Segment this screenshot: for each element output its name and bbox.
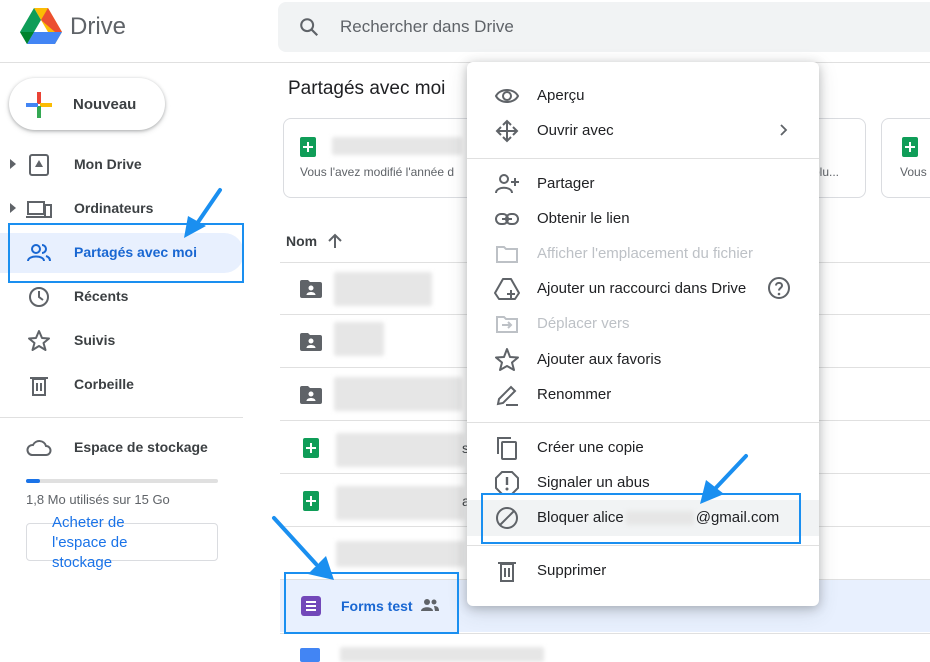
move-icon <box>495 119 519 143</box>
redacted-name <box>336 433 464 467</box>
drive-icon <box>29 154 49 176</box>
sidebar-item-label: Mon Drive <box>74 156 142 172</box>
buy-storage-label[interactable]: Acheter de l'espace de stockage <box>52 513 162 573</box>
star-icon <box>495 348 519 371</box>
trash-icon <box>30 377 48 396</box>
redacted-name <box>336 486 464 520</box>
redacted-name <box>336 541 464 567</box>
sheets-icon <box>902 137 918 157</box>
sidebar-item-trash[interactable]: Corbeille <box>0 365 244 405</box>
redacted-name <box>334 322 384 356</box>
menu-divider <box>467 422 819 423</box>
menu-item-label: Supprimer <box>537 562 607 579</box>
arrow-up-icon[interactable] <box>326 232 344 250</box>
shared-folder-icon <box>300 333 322 351</box>
menu-item-make-copy[interactable]: Créer une copie <box>467 430 819 465</box>
menu-item-label: Ajouter un raccourci dans Drive <box>537 280 747 297</box>
sidebar-item-recent[interactable]: Récents <box>0 277 244 317</box>
drive-logo-icon <box>20 8 62 44</box>
new-button-label: Nouveau <box>73 96 137 113</box>
pencil-icon <box>496 385 518 406</box>
menu-item-move-to[interactable]: Déplacer vers <box>467 306 819 341</box>
menu-item-label: Afficher l'emplacement du fichier <box>537 245 754 262</box>
redacted-name <box>334 272 432 306</box>
menu-item-label: Partager <box>537 175 595 192</box>
menu-item-label: Ouvrir avec <box>537 122 614 139</box>
menu-item-add-favorite[interactable]: Ajouter aux favoris <box>467 342 819 377</box>
sidebar-item-starred[interactable]: Suivis <box>0 321 244 361</box>
storage-progress-bar <box>26 479 218 483</box>
page-title: Partagés avec moi <box>288 78 446 99</box>
sidebar-item-label: Corbeille <box>74 376 134 392</box>
storage-progress-fill <box>26 479 40 483</box>
redacted-name <box>340 647 544 662</box>
trash-icon <box>498 562 516 582</box>
card-subtitle: Vous l'avez modifié l'année d <box>300 165 455 179</box>
card-subtitle: Vous <box>900 165 927 179</box>
suggested-file-card[interactable]: Vous l'avez modifié l'année d <box>283 118 475 198</box>
menu-item-show-location[interactable]: Afficher l'emplacement du fichier <box>467 236 819 271</box>
redacted-name <box>332 137 462 155</box>
search-icon[interactable] <box>298 16 320 38</box>
help-icon[interactable] <box>767 276 791 300</box>
sheets-icon <box>303 491 319 511</box>
annotation-arrow-icon <box>272 516 334 580</box>
menu-divider <box>467 158 819 159</box>
suggested-file-card[interactable]: Vous <box>881 118 930 198</box>
menu-item-share[interactable]: Partager <box>467 166 819 201</box>
menu-item-get-link[interactable]: Obtenir le lien <box>467 201 819 236</box>
menu-item-label: Créer une copie <box>537 439 644 456</box>
cloud-icon <box>26 440 52 456</box>
menu-item-label: Déplacer vers <box>537 315 630 332</box>
star-icon <box>28 330 50 351</box>
menu-item-preview[interactable]: Aperçu <box>467 78 819 113</box>
plus-icon <box>26 92 52 118</box>
menu-item-delete[interactable]: Supprimer <box>467 553 819 588</box>
shared-folder-icon <box>300 280 322 298</box>
app-title: Drive <box>70 13 127 40</box>
menu-item-label: Ajouter aux favoris <box>537 351 662 368</box>
drive-shortcut-icon <box>494 278 520 300</box>
highlight-box-block <box>481 493 801 544</box>
redacted-name <box>334 377 462 411</box>
menu-item-label: Aperçu <box>537 87 585 104</box>
menu-item-open-with[interactable]: Ouvrir avec <box>467 113 819 148</box>
sidebar-item-label: Suivis <box>74 332 116 348</box>
sidebar-item-label: Récents <box>74 288 129 304</box>
menu-item-add-shortcut[interactable]: Ajouter un raccourci dans Drive <box>467 271 819 306</box>
menu-item-label: Obtenir le lien <box>537 210 630 227</box>
expand-caret-icon[interactable] <box>10 203 16 213</box>
expand-caret-icon[interactable] <box>10 159 16 169</box>
sidebar-item-storage[interactable]: Espace de stockage <box>0 428 244 468</box>
chevron-right-icon <box>780 124 788 136</box>
storage-usage-text: 1,8 Mo utilisés sur 15 Go <box>26 492 170 507</box>
copy-icon <box>497 437 517 460</box>
sidebar-item-label: Ordinateurs <box>74 200 154 216</box>
eye-icon <box>494 89 520 103</box>
computers-icon <box>26 201 52 218</box>
annotation-arrow-icon <box>184 188 222 238</box>
menu-item-label: Signaler un abus <box>537 474 650 491</box>
move-to-icon <box>496 316 518 333</box>
storage-label: Espace de stockage <box>74 439 208 455</box>
annotation-arrow-icon <box>700 454 748 504</box>
clock-icon <box>29 287 49 307</box>
person-add-icon <box>495 174 519 194</box>
sheets-icon <box>303 438 319 458</box>
sidebar-divider <box>0 417 243 418</box>
menu-item-rename[interactable]: Renommer <box>467 377 819 412</box>
folder-icon <box>496 246 518 263</box>
sidebar-item-my-drive[interactable]: Mon Drive <box>0 145 244 185</box>
menu-divider <box>467 545 819 546</box>
shared-folder-icon <box>300 386 322 404</box>
sheets-icon <box>300 137 316 157</box>
link-icon <box>495 213 519 225</box>
menu-item-label: Renommer <box>537 386 612 403</box>
document-icon <box>300 648 320 662</box>
search-input[interactable]: Rechercher dans Drive <box>340 17 514 37</box>
column-header-name[interactable]: Nom <box>286 233 317 249</box>
